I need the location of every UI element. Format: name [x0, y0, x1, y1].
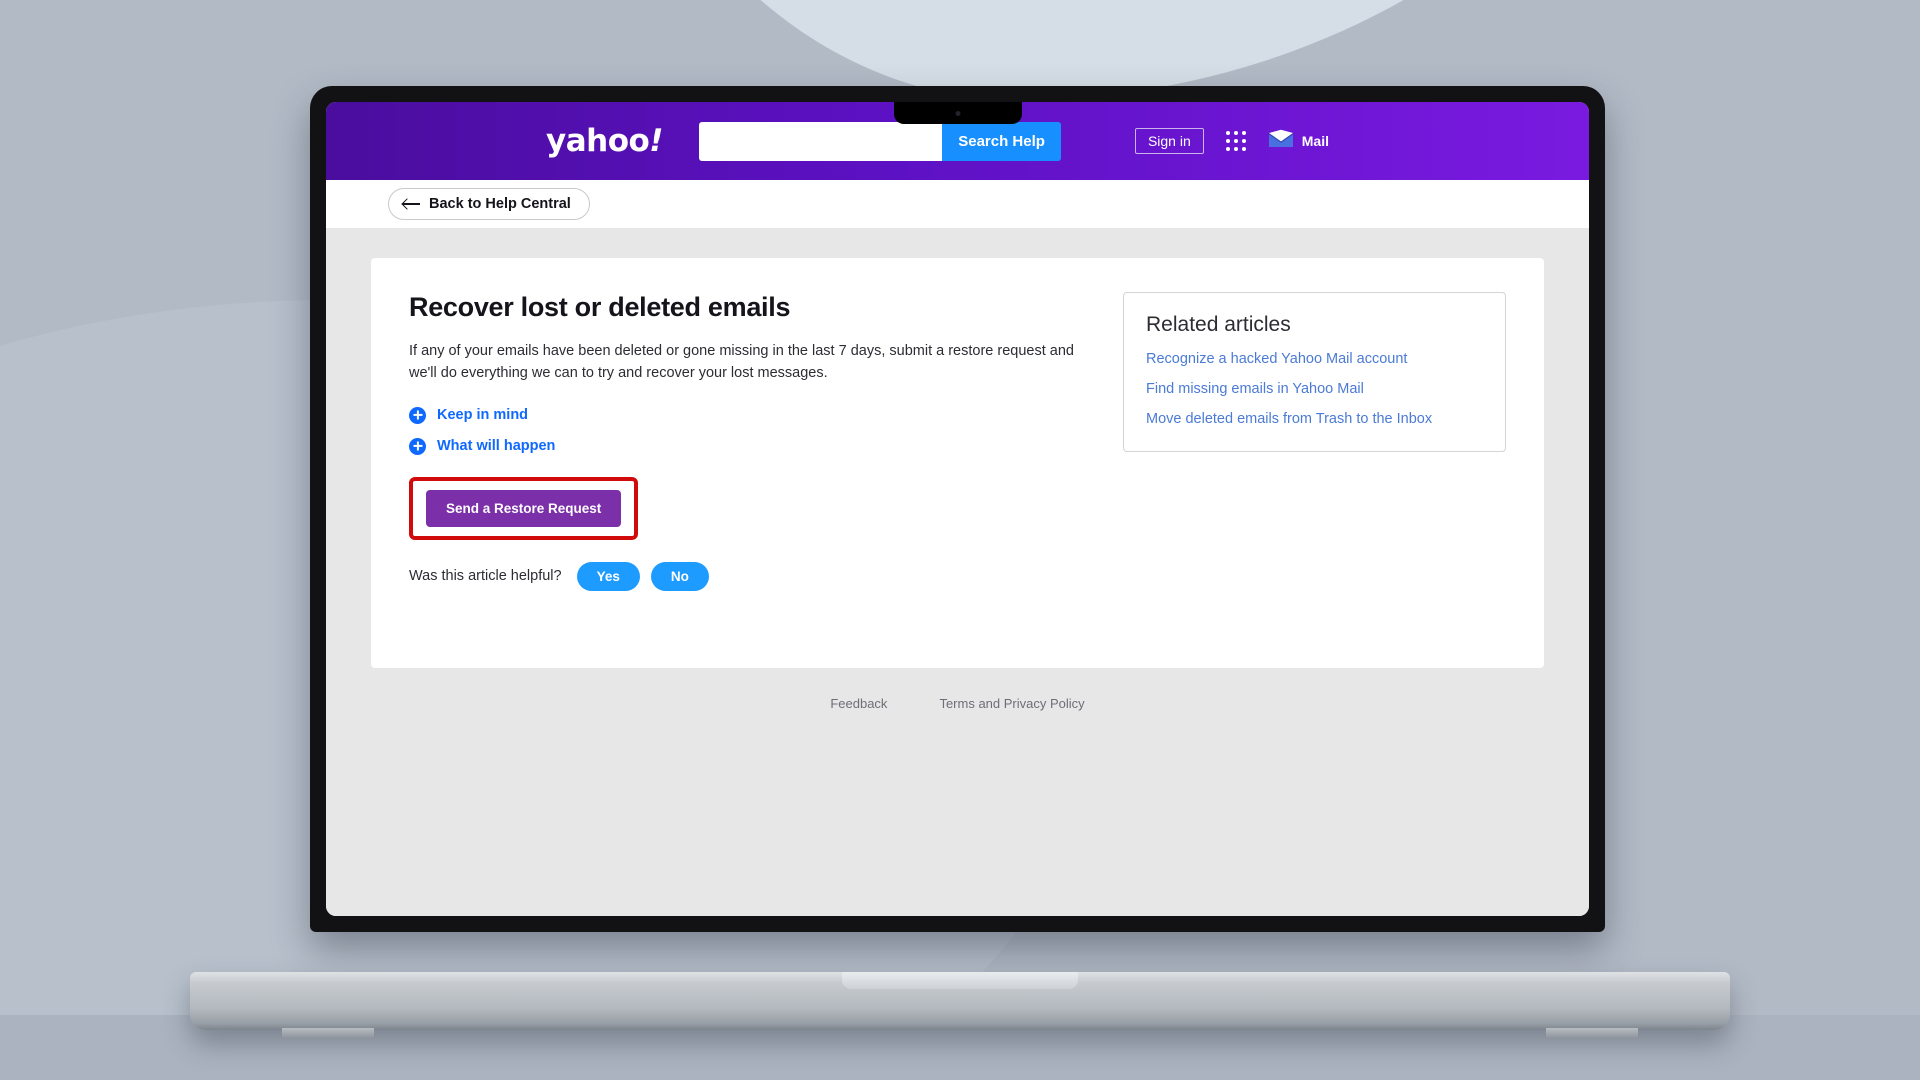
back-button-label: Back to Help Central [429, 196, 571, 212]
plus-circle-icon [409, 406, 426, 424]
article-card: Recover lost or deleted emails If any of… [371, 258, 1544, 668]
footer-link-feedback[interactable]: Feedback [830, 696, 887, 711]
laptop-foot-left [282, 1028, 374, 1039]
mail-label: Mail [1301, 133, 1329, 149]
laptop-foot-right [1546, 1028, 1638, 1039]
help-search-box: Search Help [698, 121, 1061, 161]
laptop-lid: yahoo! Search Help Sign in Mail Back to … [310, 86, 1605, 932]
header-right-cluster: Sign in Mail [1134, 128, 1329, 154]
mail-link[interactable]: Mail [1268, 129, 1329, 153]
search-help-button[interactable]: Search Help [942, 121, 1061, 161]
related-articles-panel: Related articles Recognize a hacked Yaho… [1123, 292, 1506, 452]
page-body: Recover lost or deleted emails If any of… [326, 228, 1589, 916]
accordion-list: Keep in mind What will happen [409, 406, 1089, 455]
feedback-yes-button[interactable]: Yes [576, 561, 640, 591]
laptop-base [190, 972, 1730, 1039]
search-input[interactable] [698, 121, 943, 161]
page-title: Recover lost or deleted emails [409, 292, 791, 322]
laptop-mockup: yahoo! Search Help Sign in Mail Back to … [0, 0, 1920, 1080]
back-to-help-central-button[interactable]: Back to Help Central [388, 188, 590, 220]
related-articles-title: Related articles [1146, 313, 1291, 336]
accordion-label: What will happen [437, 438, 556, 454]
apps-grid-icon[interactable] [1225, 131, 1246, 151]
article-main: Recover lost or deleted emails If any of… [409, 292, 1089, 628]
yahoo-logo[interactable]: yahoo! [546, 123, 663, 159]
accordion-label: Keep in mind [437, 407, 529, 423]
article-description: If any of your emails have been deleted … [409, 343, 1074, 381]
laptop-notch [893, 102, 1022, 124]
accordion-item-keep-in-mind[interactable]: Keep in mind [409, 406, 1089, 424]
feedback-row: Was this article helpful? Yes No [409, 561, 1089, 591]
arrow-left-icon [403, 198, 420, 210]
plus-circle-icon [409, 437, 426, 455]
footer-link-terms-privacy[interactable]: Terms and Privacy Policy [939, 696, 1084, 711]
related-article-link[interactable]: Recognize a hacked Yahoo Mail account [1146, 351, 1483, 367]
laptop-base-notch [842, 972, 1078, 989]
send-restore-request-button[interactable]: Send a Restore Request [426, 489, 622, 527]
browser-viewport: yahoo! Search Help Sign in Mail Back to … [326, 102, 1589, 916]
related-article-link[interactable]: Move deleted emails from Trash to the In… [1146, 411, 1483, 427]
camera-icon [955, 111, 960, 116]
yahoo-logo-bang: ! [649, 123, 663, 159]
feedback-question: Was this article helpful? [409, 568, 562, 584]
related-article-link[interactable]: Find missing emails in Yahoo Mail [1146, 381, 1483, 397]
page-footer: Feedback Terms and Privacy Policy [371, 668, 1544, 711]
accordion-item-what-will-happen[interactable]: What will happen [409, 437, 1089, 455]
back-bar: Back to Help Central [326, 180, 1589, 228]
sign-in-button[interactable]: Sign in [1134, 128, 1204, 154]
highlight-annotation: Send a Restore Request [409, 476, 639, 540]
laptop-bezel: yahoo! Search Help Sign in Mail Back to … [326, 102, 1589, 916]
mail-envelope-icon [1268, 129, 1294, 153]
yahoo-logo-text: yahoo [546, 123, 650, 159]
feedback-no-button[interactable]: No [650, 561, 709, 591]
scene-background: yahoo! Search Help Sign in Mail Back to … [0, 0, 1920, 1080]
